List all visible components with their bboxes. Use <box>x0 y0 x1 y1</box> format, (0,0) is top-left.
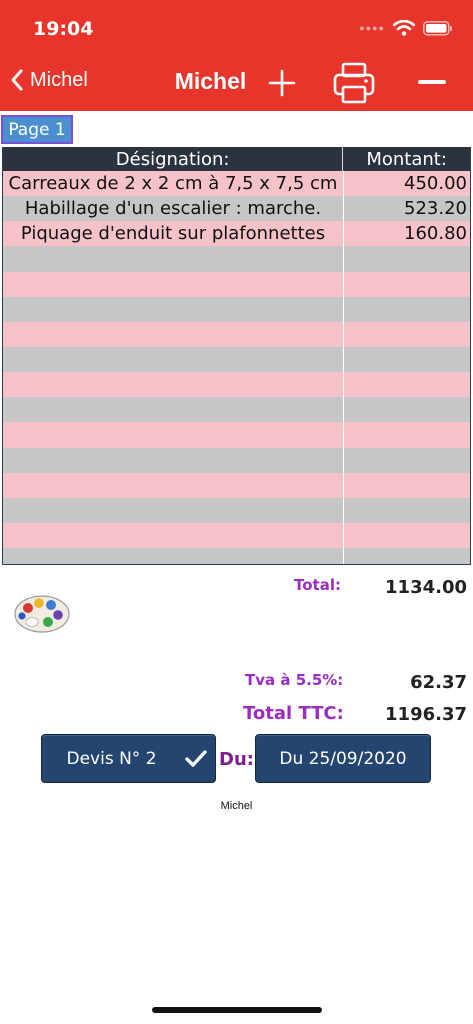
table-row[interactable] <box>3 296 470 322</box>
row-designation <box>3 448 343 473</box>
row-montant <box>343 321 470 347</box>
total-value: 1134.00 <box>385 577 467 598</box>
table-row[interactable] <box>3 522 470 549</box>
ttc-value: 1196.37 <box>385 704 467 725</box>
tva-value: 62.37 <box>410 672 467 693</box>
row-designation <box>3 297 343 322</box>
ttc-label: Total TTC: <box>243 703 344 724</box>
table-row[interactable] <box>3 372 470 398</box>
table-row[interactable] <box>3 422 470 448</box>
wifi-icon <box>393 20 415 36</box>
row-montant <box>343 271 470 297</box>
row-designation <box>3 272 343 297</box>
row-montant <box>343 346 470 373</box>
chevron-left-icon <box>11 69 23 91</box>
row-montant <box>343 372 470 398</box>
row-montant <box>343 472 470 498</box>
date-button[interactable]: Du 25/09/2020 <box>255 734 431 783</box>
signal-dots-icon: ●●●● <box>359 23 385 33</box>
row-designation <box>3 548 343 564</box>
table-row[interactable]: Habillage d'un escalier : marche. 523.20 <box>3 196 470 222</box>
row-designation: Carreaux de 2 x 2 cm à 7,5 x 7,5 cm <box>8 173 338 195</box>
tva-label: Tva à 5.5%: <box>245 671 344 689</box>
quote-table: Désignation: Montant: Carreaux de 2 x 2 … <box>2 147 471 565</box>
table-row[interactable]: Carreaux de 2 x 2 cm à 7,5 x 7,5 cm 450.0… <box>3 171 470 197</box>
date-label: Du 25/09/2020 <box>279 748 407 769</box>
print-button[interactable] <box>332 61 376 105</box>
row-montant <box>343 522 470 549</box>
table-body: Carreaux de 2 x 2 cm à 7,5 x 7,5 cm 450.0… <box>3 171 470 564</box>
battery-icon <box>423 20 452 36</box>
row-designation <box>3 523 343 548</box>
row-montant <box>343 296 470 322</box>
table-row[interactable] <box>3 397 470 423</box>
du-label: Du: <box>219 749 254 770</box>
tab-page-1[interactable]: Page 1 <box>1 115 73 144</box>
devis-button[interactable]: Devis N° 2 <box>41 734 216 783</box>
row-designation: Piquage d'enduit sur plafonnettes <box>20 223 326 245</box>
table-row[interactable] <box>3 346 470 373</box>
devis-label: Devis N° 2 <box>66 748 157 769</box>
total-label: Total: <box>294 576 341 594</box>
row-montant <box>343 422 470 448</box>
row-montant: 160.80 <box>343 221 470 247</box>
back-button[interactable]: Michel <box>10 68 88 92</box>
row-designation <box>3 473 343 498</box>
row-montant <box>343 397 470 423</box>
row-designation <box>3 322 343 347</box>
table-row[interactable] <box>3 271 470 297</box>
table-row[interactable]: Piquage d'enduit sur plafonnettes 160.80 <box>3 221 470 247</box>
row-montant <box>343 447 470 473</box>
row-designation <box>3 372 343 397</box>
home-indicator[interactable] <box>152 1007 322 1013</box>
footer-client-name: Michel <box>220 800 253 812</box>
header-designation: Désignation: <box>115 148 230 170</box>
table-row[interactable] <box>3 246 470 272</box>
remove-button[interactable] <box>418 80 446 84</box>
add-button[interactable] <box>268 69 296 97</box>
status-icons: ●●●● <box>359 20 453 36</box>
row-montant <box>343 246 470 272</box>
row-designation <box>3 422 343 447</box>
checkmark-icon <box>185 750 207 767</box>
table-row[interactable] <box>3 548 470 564</box>
row-designation <box>3 246 343 271</box>
row-montant: 450.00 <box>343 171 470 197</box>
row-designation <box>3 498 343 523</box>
table-row[interactable] <box>3 497 470 523</box>
table-row[interactable] <box>3 321 470 347</box>
row-montant <box>343 548 470 564</box>
table-row[interactable] <box>3 472 470 498</box>
palette-icon[interactable] <box>12 592 72 636</box>
page-title: Michel <box>174 68 247 94</box>
row-montant: 523.20 <box>343 196 470 222</box>
table-row[interactable] <box>3 447 470 473</box>
table-header: Désignation: Montant: <box>3 147 470 171</box>
row-designation: Habillage d'un escalier : marche. <box>24 198 322 220</box>
nav-bar: 19:04 ●●●● Michel Michel <box>0 0 473 111</box>
header-montant: Montant: <box>342 147 470 171</box>
row-montant <box>343 497 470 523</box>
back-label: Michel <box>30 68 88 91</box>
status-time: 19:04 <box>33 18 94 40</box>
row-designation <box>3 347 343 372</box>
row-designation <box>3 397 343 422</box>
